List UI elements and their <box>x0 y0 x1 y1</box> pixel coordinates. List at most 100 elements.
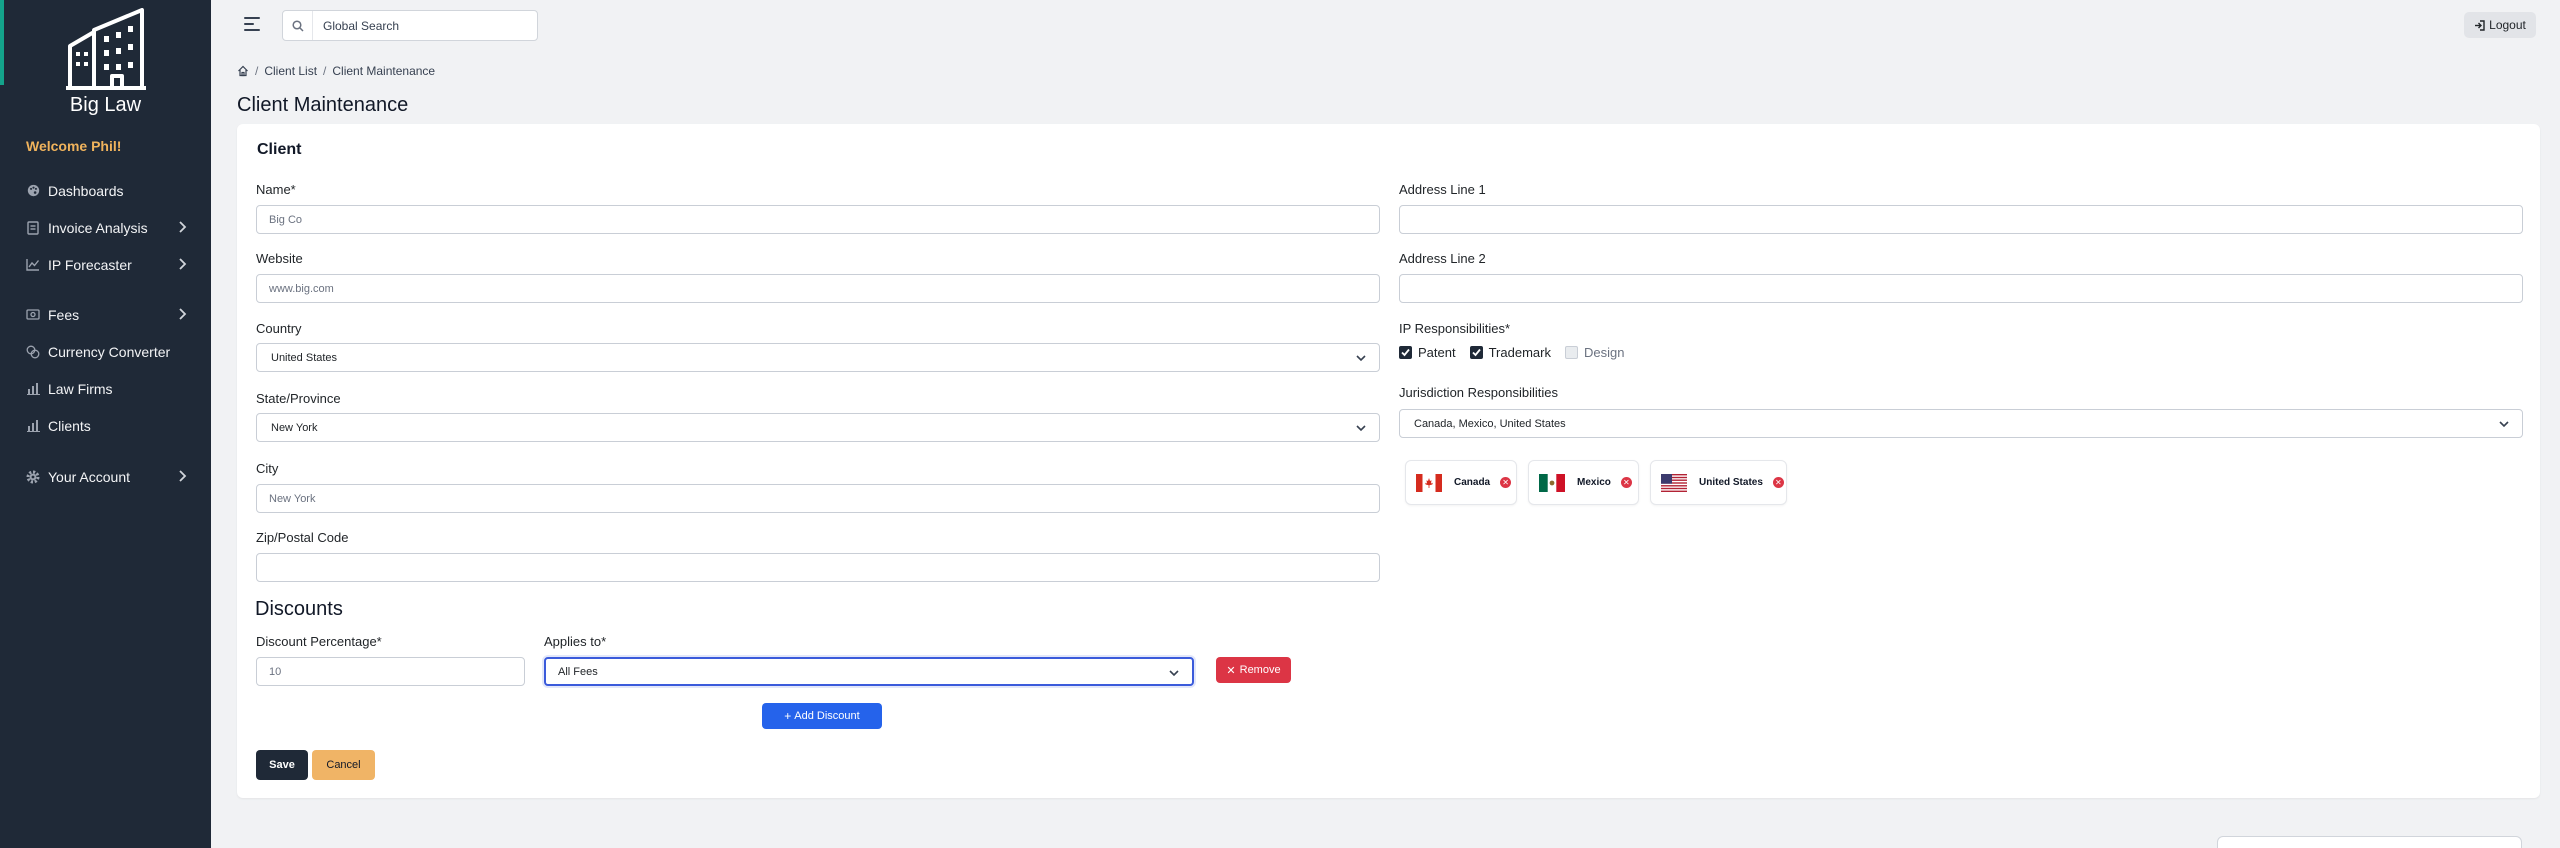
breadcrumb-current: Client Maintenance <box>332 64 436 78</box>
breadcrumb-separator: / <box>255 64 259 78</box>
chevron-down-icon <box>1356 355 1366 362</box>
trademark-checkbox[interactable]: Trademark <box>1469 345 1551 360</box>
logout-button[interactable]: Logout <box>2464 12 2536 38</box>
chart-line-icon <box>26 258 40 272</box>
chevron-down-icon <box>1356 425 1366 432</box>
sidebar-item-label: Clients <box>48 417 91 434</box>
welcome-message: Welcome Phil! <box>26 138 122 154</box>
sidebar-item-invoice-analysis[interactable]: Invoice Analysis <box>0 209 211 246</box>
address-line-1-input[interactable] <box>1399 205 2523 234</box>
patent-label: Patent <box>1418 345 1456 360</box>
sidebar: Big Law Welcome Phil! Dashboards Invoice… <box>0 0 211 848</box>
cancel-button[interactable]: Cancel <box>312 750 375 780</box>
sidebar-item-dashboards[interactable]: Dashboards <box>0 172 211 209</box>
ip-responsibilities-label: IP Responsibilities* <box>1399 321 1511 336</box>
country-label: Country <box>256 321 302 336</box>
country-select[interactable]: United States <box>256 343 1380 372</box>
sidebar-item-law-firms[interactable]: Law Firms <box>0 370 211 407</box>
design-label: Design <box>1583 345 1625 360</box>
brand[interactable]: Big Law <box>0 8 211 117</box>
checkbox-checked-icon <box>1469 346 1483 359</box>
jurisdiction-select[interactable]: Canada, Mexico, United States <box>1399 409 2523 438</box>
sidebar-item-label: Fees <box>48 306 80 323</box>
address-line-2-input[interactable] <box>1399 274 2523 303</box>
state-label: State/Province <box>256 391 341 406</box>
sidebar-item-ip-forecaster[interactable]: IP Forecaster <box>0 246 211 283</box>
website-input[interactable]: www.big.com <box>256 274 1380 303</box>
city-input[interactable]: New York <box>256 484 1380 513</box>
chevron-right-icon <box>179 258 187 270</box>
search-input[interactable] <box>313 12 537 39</box>
logout-label: Logout <box>2489 18 2526 32</box>
brand-name: Big Law <box>69 94 142 116</box>
discounts-title: Discounts <box>255 598 343 620</box>
search-icon <box>283 11 313 40</box>
save-button[interactable]: Save <box>256 750 308 780</box>
menu-toggle-icon[interactable] <box>244 17 260 31</box>
applies-to-select[interactable]: All Fees <box>544 657 1194 686</box>
palette-icon <box>26 184 40 198</box>
building-logo-icon <box>65 8 146 90</box>
close-icon: ✕ <box>1226 664 1236 677</box>
breadcrumb-separator: / <box>323 64 327 78</box>
plus-icon: + <box>784 709 792 723</box>
chevron-right-icon <box>179 221 187 233</box>
chevron-down-icon <box>1169 670 1179 677</box>
applies-to-label: Applies to* <box>544 634 607 649</box>
sidebar-item-currency-converter[interactable]: Currency Converter <box>0 333 211 370</box>
remove-chip-icon[interactable]: ✕ <box>1620 477 1632 488</box>
city-value: New York <box>269 492 316 505</box>
name-label: Name* <box>256 182 296 197</box>
chevron-right-icon <box>179 308 187 320</box>
remove-discount-button[interactable]: ✕ Remove <box>1216 657 1291 683</box>
bar-chart-icon <box>26 382 40 396</box>
state-select[interactable]: New York <box>256 413 1380 442</box>
remove-chip-icon[interactable]: ✕ <box>1772 477 1784 488</box>
jurisdiction-chip-mexico: Mexico ✕ <box>1528 460 1639 505</box>
sidebar-item-label: Dashboards <box>48 182 124 199</box>
sidebar-item-label: Invoice Analysis <box>48 219 148 236</box>
address-line-2-label: Address Line 2 <box>1399 251 1486 266</box>
zip-label: Zip/Postal Code <box>256 530 349 545</box>
sidebar-item-label: Law Firms <box>48 380 113 397</box>
sidebar-item-label: Your Account <box>48 468 130 485</box>
sidebar-item-fees[interactable]: Fees <box>0 296 211 333</box>
bottom-panel-stub <box>2217 836 2522 848</box>
invoice-icon <box>26 220 40 235</box>
name-value: Big Co <box>269 213 303 226</box>
jurisdiction-chip-united-states: United States ✕ <box>1650 460 1787 505</box>
patent-checkbox[interactable]: Patent <box>1399 345 1456 360</box>
canada-flag-icon <box>1416 473 1442 492</box>
chip-label: United States <box>1699 477 1763 488</box>
card-title: Client <box>257 141 302 158</box>
sidebar-item-label: IP Forecaster <box>48 256 132 273</box>
applies-to-value: All Fees <box>558 665 598 678</box>
sidebar-item-your-account[interactable]: Your Account <box>0 458 211 495</box>
sidebar-nav: Dashboards Invoice Analysis IP Forecaste… <box>0 172 211 495</box>
chevron-down-icon <box>2499 421 2509 428</box>
home-icon[interactable] <box>237 65 249 77</box>
jurisdiction-value: Canada, Mexico, United States <box>1414 417 1566 430</box>
coins-icon <box>26 345 40 359</box>
jurisdiction-chip-canada: Canada ✕ <box>1405 460 1517 505</box>
design-checkbox[interactable]: Design <box>1564 345 1625 360</box>
name-input[interactable]: Big Co <box>256 205 1380 234</box>
checkbox-checked-icon <box>1399 346 1412 359</box>
country-value: United States <box>271 351 338 364</box>
breadcrumb: / Client List / Client Maintenance <box>237 64 435 78</box>
website-label: Website <box>256 251 303 266</box>
website-value: www.big.com <box>269 282 334 295</box>
chip-label: Canada <box>1454 477 1491 488</box>
breadcrumb-client-list[interactable]: Client List <box>264 64 317 78</box>
add-discount-button[interactable]: + Add Discount <box>762 703 882 729</box>
page-title: Client Maintenance <box>237 94 409 116</box>
zip-input[interactable] <box>256 553 1380 582</box>
remove-chip-icon[interactable]: ✕ <box>1500 477 1512 488</box>
logout-icon <box>2475 19 2485 31</box>
ip-responsibilities-group: Patent Trademark Design <box>1399 345 1638 360</box>
city-label: City <box>256 461 279 476</box>
discount-percentage-input[interactable]: 10 <box>256 657 525 686</box>
sidebar-item-clients[interactable]: Clients <box>0 407 211 444</box>
